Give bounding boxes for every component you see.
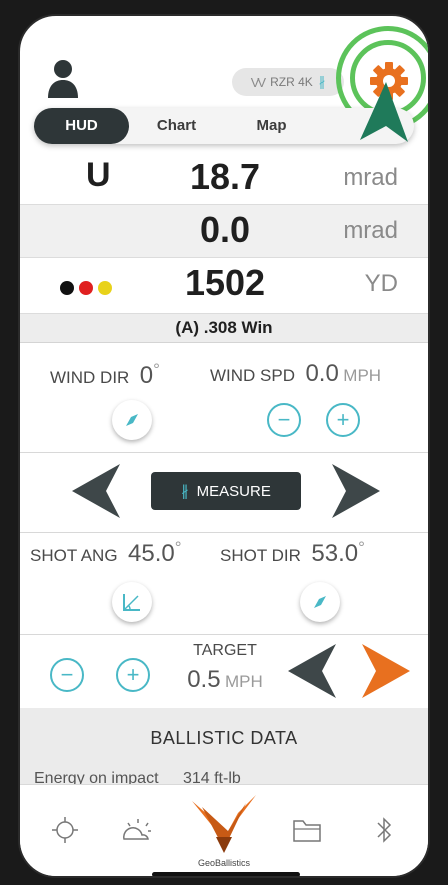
tab-chart[interactable]: Chart bbox=[129, 108, 224, 144]
elevation-direction: U bbox=[86, 156, 111, 194]
bluetooth-icon[interactable] bbox=[374, 815, 394, 845]
shot-angle-button[interactable] bbox=[112, 582, 152, 622]
wind-spd-label: WIND SPD bbox=[210, 366, 295, 385]
user-icon[interactable] bbox=[46, 58, 80, 100]
shot-ang-label: SHOT ANG bbox=[30, 546, 118, 565]
compass-icon bbox=[314, 596, 326, 608]
tab-map[interactable]: Map bbox=[224, 108, 319, 144]
device-name: RZR 4K bbox=[270, 75, 313, 89]
target-increase-button[interactable]: + bbox=[116, 658, 150, 692]
elevation-value: 18.7 bbox=[189, 156, 261, 197]
shot-dir-label: SHOT DIR bbox=[220, 546, 301, 565]
wind-spd-value: 0.0 bbox=[305, 360, 339, 387]
folder-icon[interactable] bbox=[292, 817, 322, 843]
pointer-cursor-icon bbox=[360, 82, 408, 142]
divider bbox=[20, 452, 428, 453]
weather-icon[interactable] bbox=[120, 815, 154, 845]
compass-icon bbox=[126, 414, 138, 426]
shot-ang-group: SHOT ANG 45.0° bbox=[30, 538, 182, 568]
plus-icon: + bbox=[126, 662, 140, 687]
ballistic-data-title: BALLISTIC DATA bbox=[150, 728, 298, 748]
logo-text: GeoBallistics bbox=[197, 858, 251, 868]
wind-dir-unit: ° bbox=[153, 360, 160, 379]
bluetooth-icon: ∦ bbox=[181, 483, 189, 500]
angle-icon bbox=[123, 594, 140, 611]
measure-label: MEASURE bbox=[196, 482, 271, 500]
previous-arrow-icon[interactable] bbox=[72, 464, 122, 518]
minus-icon: − bbox=[277, 407, 291, 432]
wind-dir-group: WIND DIR 0° bbox=[50, 360, 160, 390]
shot-dir-group: SHOT DIR 53.0° bbox=[220, 538, 365, 568]
target-label: TARGET bbox=[193, 642, 257, 659]
shot-dir-compass-button[interactable] bbox=[300, 582, 340, 622]
plus-icon: + bbox=[336, 407, 350, 432]
target-next-arrow-icon[interactable] bbox=[360, 644, 410, 698]
bottom-nav: GeoBallistics bbox=[20, 784, 428, 876]
target-value: 0.5 bbox=[187, 666, 221, 693]
ammo-profile[interactable]: (A) .308 Win bbox=[20, 314, 428, 343]
windage-unit: mrad bbox=[343, 217, 398, 244]
next-arrow-icon[interactable] bbox=[330, 464, 380, 518]
hud-elevation-row: U 18.7 mrad bbox=[20, 152, 428, 205]
range-value: 1502 bbox=[184, 262, 266, 303]
tab-hud[interactable]: HUD bbox=[34, 108, 129, 144]
range-indicator-dots bbox=[60, 281, 112, 295]
dot-black bbox=[60, 281, 74, 295]
divider bbox=[20, 532, 428, 533]
hud-windage-row: 0.0 mrad bbox=[20, 205, 428, 258]
shot-ang-unit: ° bbox=[174, 538, 182, 557]
target-group: TARGET 0.5 MPH bbox=[170, 642, 280, 694]
geoballistics-bird-icon bbox=[192, 795, 256, 853]
wind-decrease-button[interactable]: − bbox=[267, 403, 301, 437]
shot-dir-unit: ° bbox=[358, 538, 365, 557]
windage-value: 0.0 bbox=[199, 209, 251, 250]
shot-ang-value: 45.0 bbox=[128, 540, 175, 567]
target-unit: MPH bbox=[225, 672, 263, 691]
wind-spd-unit: MPH bbox=[343, 366, 382, 385]
home-indicator[interactable] bbox=[152, 872, 300, 876]
bluetooth-status-icon: ∦ bbox=[318, 74, 326, 89]
geoballistics-logo[interactable]: GeoBallistics bbox=[180, 793, 268, 876]
crosshair-icon[interactable] bbox=[50, 815, 80, 845]
wind-dir-label: WIND DIR bbox=[50, 368, 130, 387]
wind-compass-button[interactable] bbox=[112, 400, 152, 440]
minus-icon: − bbox=[60, 662, 74, 687]
phone-screen: VV RZR 4K ∦ HUD Chart Map U 18.7 mrad 0.… bbox=[18, 14, 430, 878]
dot-red bbox=[79, 281, 93, 295]
measure-button[interactable]: ∦ MEASURE bbox=[151, 472, 301, 510]
divider bbox=[20, 634, 428, 635]
target-decrease-button[interactable]: − bbox=[50, 658, 84, 692]
wind-increase-button[interactable]: + bbox=[326, 403, 360, 437]
dot-yellow bbox=[98, 281, 112, 295]
target-previous-arrow-icon[interactable] bbox=[288, 644, 338, 698]
vortex-logo-icon: VV bbox=[250, 74, 266, 90]
range-unit: YD bbox=[364, 270, 398, 297]
device-connection-pill[interactable]: VV RZR 4K ∦ bbox=[232, 68, 344, 96]
wind-dir-value: 0 bbox=[139, 362, 154, 389]
wind-spd-group: WIND SPD 0.0 MPH bbox=[210, 360, 381, 388]
hud-range-row: 1502 YD bbox=[20, 258, 428, 314]
elevation-unit: mrad bbox=[343, 164, 398, 191]
shot-dir-value: 53.0 bbox=[311, 540, 359, 567]
